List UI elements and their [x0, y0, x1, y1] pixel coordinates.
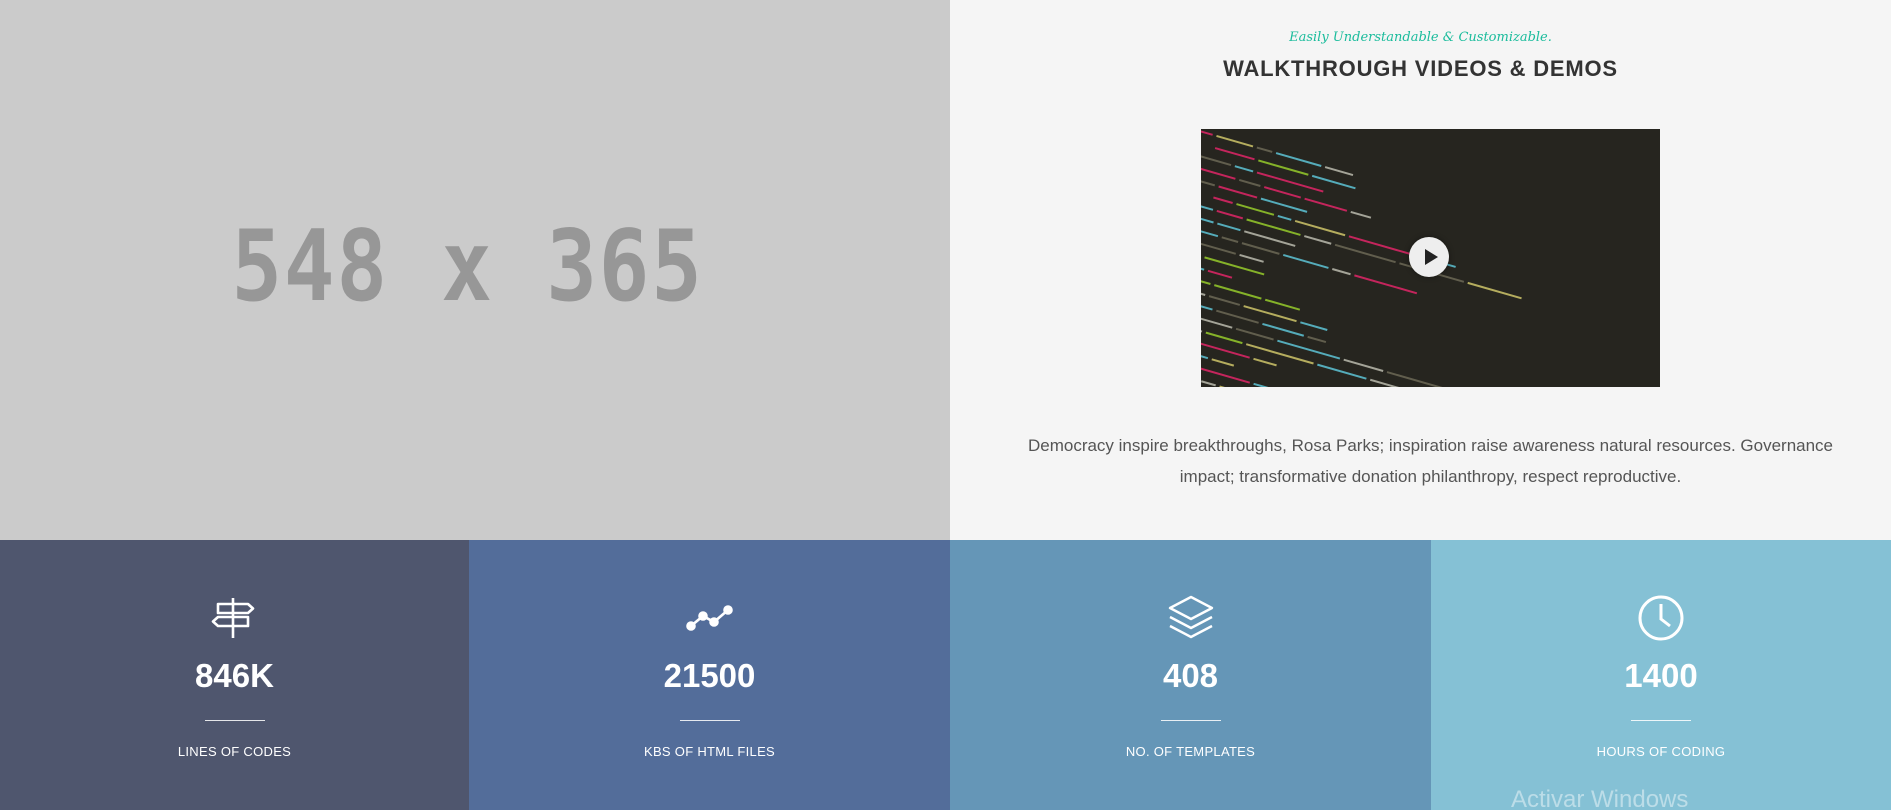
code-token	[1282, 254, 1329, 269]
stat-divider	[1160, 720, 1221, 721]
code-token	[1201, 283, 1206, 296]
stat-hours: 1400 HOURS OF CODING	[1431, 540, 1891, 810]
code-token	[1235, 327, 1274, 341]
code-token	[1208, 295, 1241, 306]
code-token	[1218, 185, 1258, 199]
stat-kbs-html: 21500 KBS OF HTML FILES	[469, 540, 950, 810]
windows-activation-watermark: Activar Windows	[1511, 786, 1689, 810]
stat-label: HOURS OF CODING	[1596, 744, 1726, 759]
video-promo-section: Easily Understandable & Customizable. WA…	[950, 0, 1891, 540]
code-token	[1324, 166, 1354, 177]
code-token	[1219, 385, 1258, 387]
code-token	[1216, 134, 1254, 148]
code-token	[1213, 196, 1233, 204]
video-thumbnail[interactable]	[1201, 129, 1660, 387]
code-token	[1307, 335, 1327, 344]
code-token	[1239, 253, 1264, 263]
code-token	[1262, 322, 1305, 337]
stat-lines-of-code: 846K LINES OF CODES	[0, 540, 469, 810]
stat-value: 1400	[1624, 657, 1698, 694]
code-token	[1201, 212, 1214, 224]
clock-icon	[1638, 595, 1684, 641]
layers-icon	[1168, 595, 1213, 639]
code-token	[1234, 165, 1254, 173]
code-token	[1201, 198, 1214, 211]
code-token	[1263, 186, 1302, 199]
promo-subtitle: Easily Understandable & Customizable.	[1289, 30, 1552, 45]
stat-divider	[1631, 720, 1691, 721]
code-token	[1275, 152, 1322, 167]
code-token	[1300, 321, 1328, 331]
code-token	[1221, 236, 1239, 243]
stat-label: NO. OF TEMPLATES	[1125, 744, 1256, 759]
play-icon	[1424, 249, 1438, 265]
stat-value: 408	[1162, 657, 1219, 694]
code-token	[1213, 284, 1262, 300]
code-token	[1201, 380, 1216, 387]
code-token	[1205, 331, 1243, 345]
stat-value: 21500	[663, 657, 756, 694]
code-token	[1214, 147, 1255, 161]
stat-divider	[204, 720, 265, 721]
promo-title: WALKTHROUGH VIDEOS & DEMOS	[1223, 56, 1618, 81]
code-token	[1201, 222, 1219, 238]
code-token	[1201, 384, 1207, 387]
stat-templates: 408 NO. OF TEMPLATES	[950, 540, 1431, 810]
code-token	[1201, 298, 1213, 311]
stats-section: 846K LINES OF CODES 21500 KBS OF HTML FI…	[0, 540, 1891, 810]
code-token	[1311, 174, 1356, 190]
code-token	[1253, 382, 1285, 387]
promo-description: Democracy inspire breakthroughs, Rosa Pa…	[1027, 436, 1834, 486]
stat-value: 846K	[195, 657, 274, 694]
play-button[interactable]	[1409, 237, 1449, 277]
code-token	[1211, 358, 1235, 367]
stat-label: LINES OF CODES	[177, 744, 292, 759]
placeholder-image: 548 x 365	[0, 0, 950, 540]
code-token	[1216, 309, 1259, 324]
code-token	[1216, 209, 1244, 220]
code-token	[1217, 222, 1241, 232]
code-token	[1260, 197, 1308, 213]
code-token	[1350, 210, 1372, 219]
code-token	[1201, 342, 1250, 359]
placeholder-dimensions: 548 x 365	[231, 210, 704, 324]
code-token	[1304, 235, 1332, 245]
code-token	[1343, 358, 1384, 372]
code-token	[1253, 357, 1277, 367]
code-token	[1201, 177, 1216, 187]
chart-line-icon	[685, 605, 733, 631]
code-token	[1256, 146, 1273, 153]
code-token	[1304, 197, 1348, 212]
code-token	[1201, 264, 1205, 271]
code-token	[1238, 178, 1261, 187]
stat-label: KBS OF HTML FILES	[643, 744, 776, 759]
code-token	[1277, 214, 1292, 221]
code-token	[1236, 203, 1275, 216]
signpost-icon	[211, 598, 254, 638]
stat-divider	[679, 720, 740, 721]
code-token	[1201, 129, 1213, 136]
code-token	[1207, 269, 1233, 279]
code-token	[1201, 353, 1209, 360]
code-token	[1264, 298, 1301, 311]
code-token	[1332, 268, 1351, 276]
code-token	[1241, 242, 1280, 255]
code-token	[1201, 277, 1211, 285]
